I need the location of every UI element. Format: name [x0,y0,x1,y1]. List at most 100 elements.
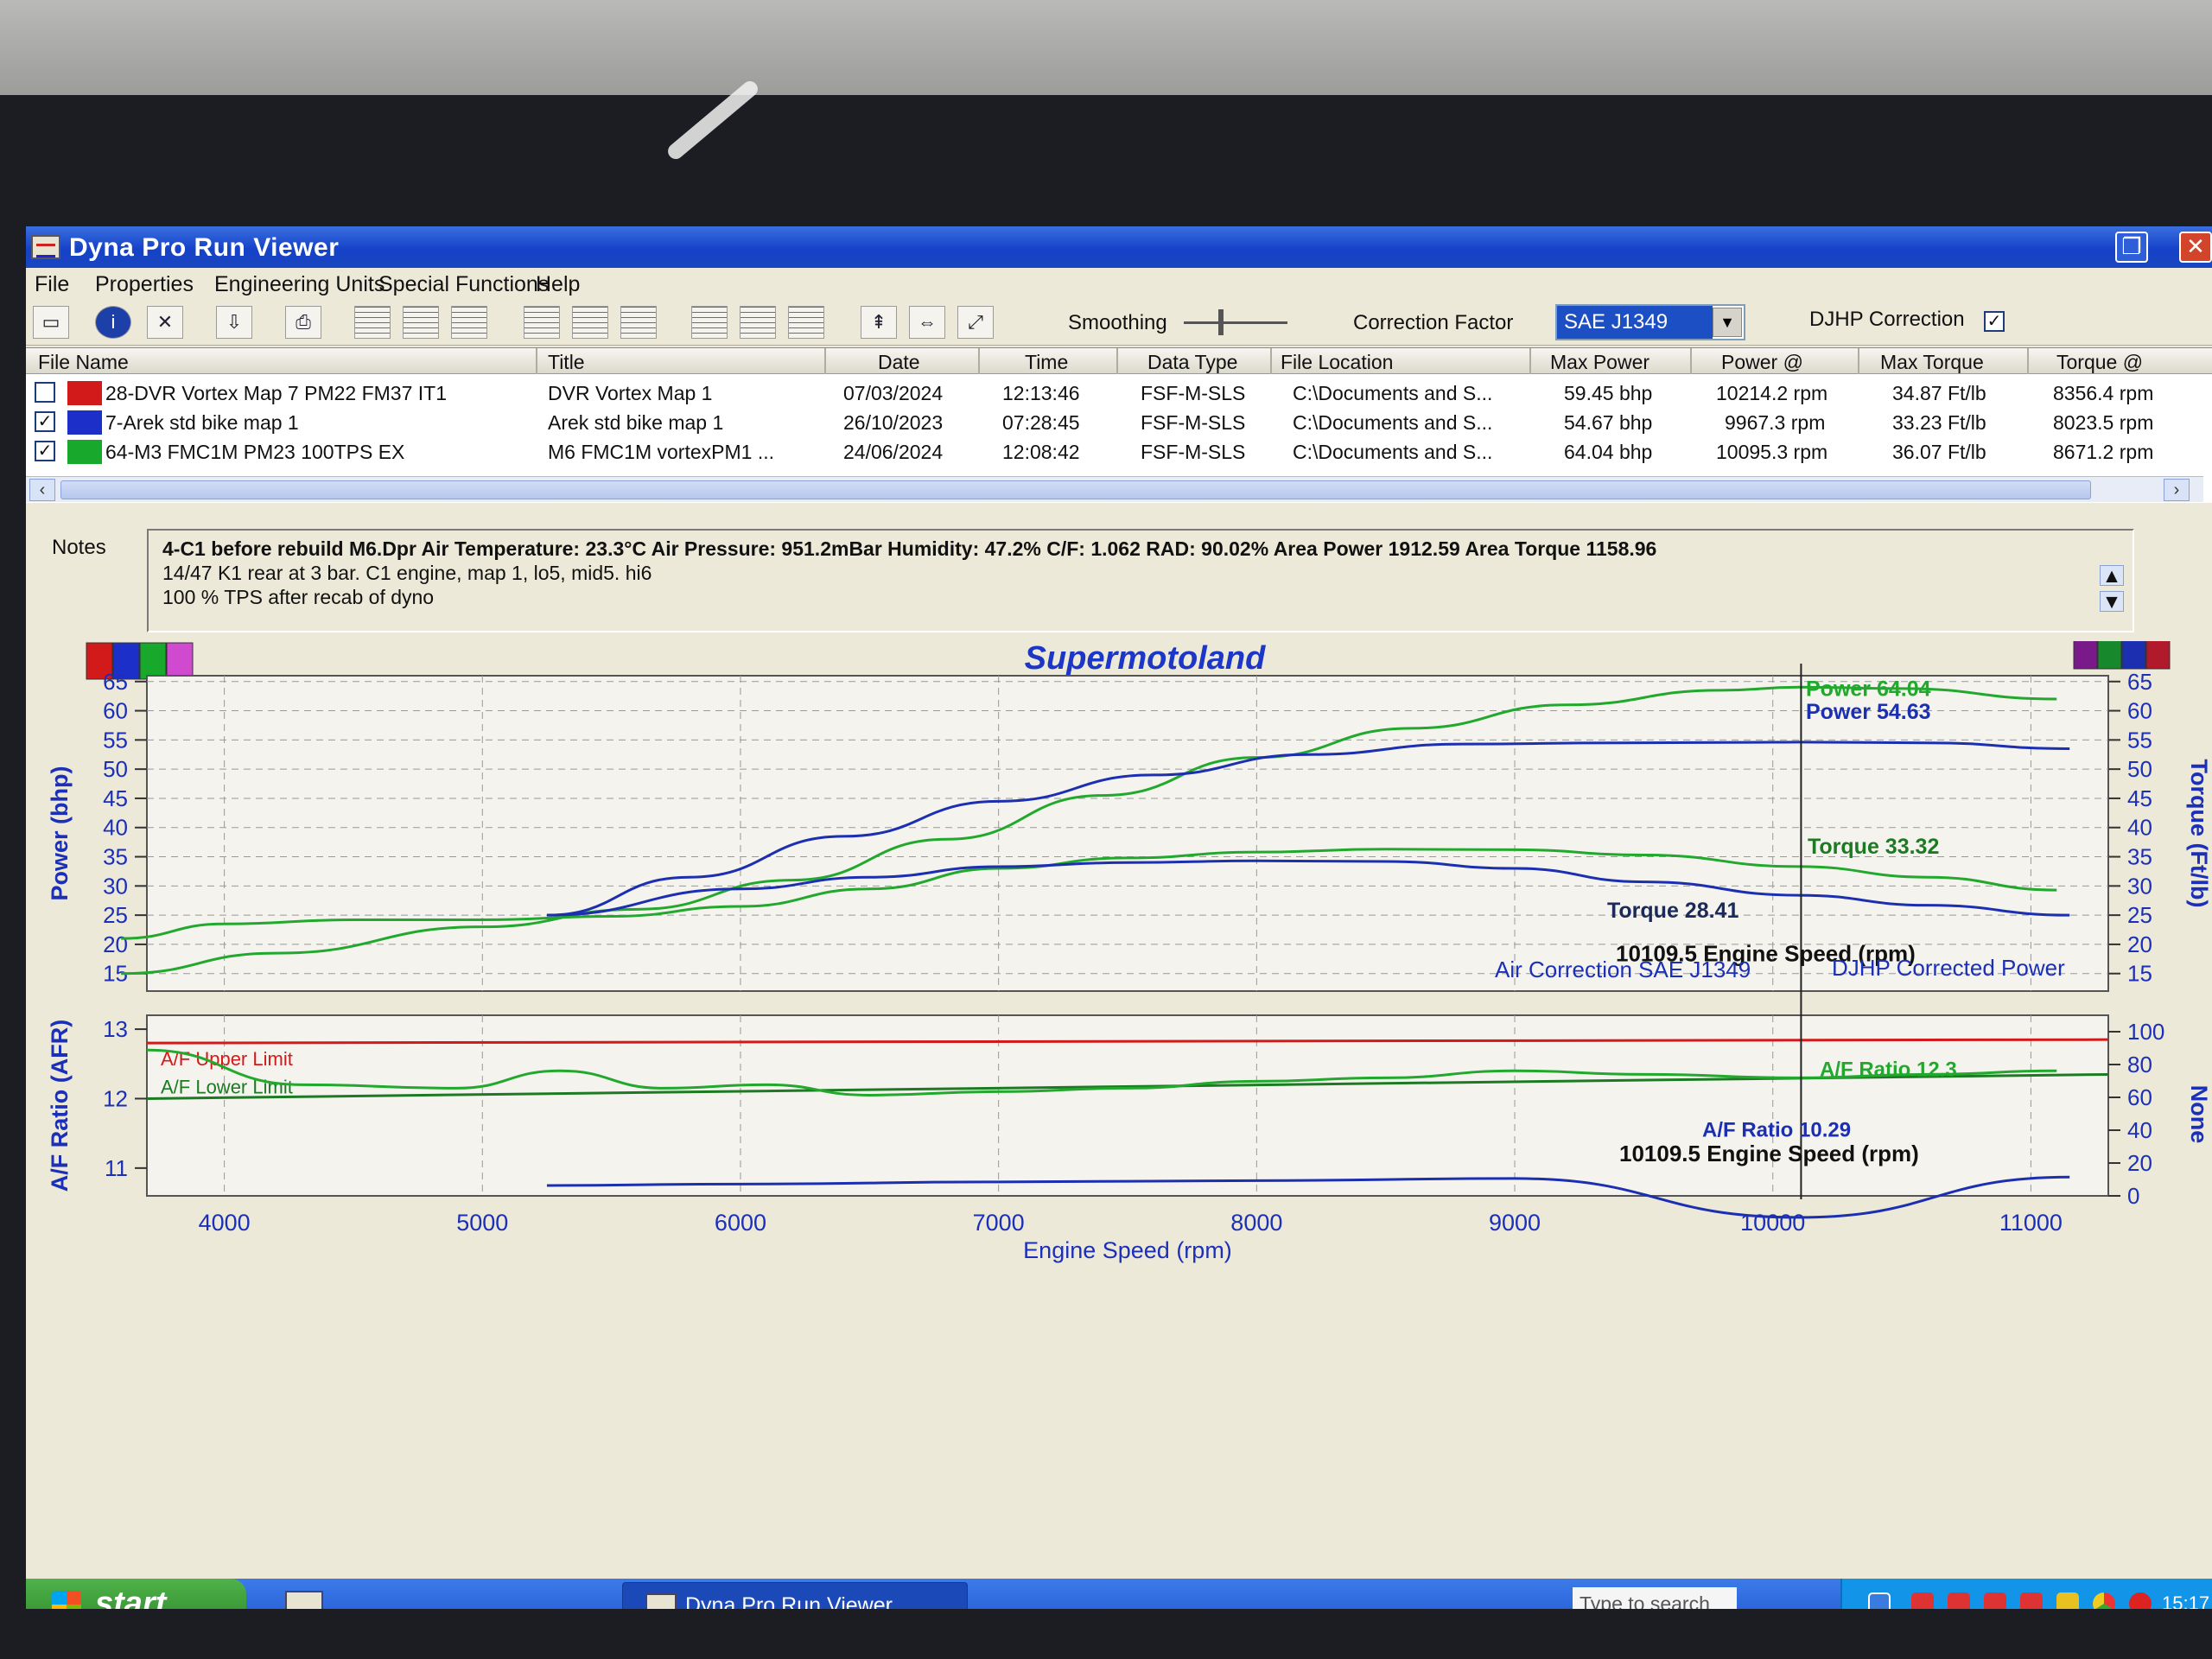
notes-box[interactable]: 4-C1 before rebuild M6.Dpr Air Temperatu… [147,529,2134,632]
scroll-right-icon[interactable]: › [2164,479,2190,501]
graph-view-4-icon[interactable] [524,306,560,339]
djhp-corrected-power-label: DJHP Corrected Power [1832,955,2065,981]
correction-factor-select[interactable]: SAE J1349 ▼ [1555,304,1745,340]
col-file-name[interactable]: File Name [38,351,129,374]
col-max-torque[interactable]: Max Torque [1880,351,1984,374]
graph-view-1-icon[interactable] [354,306,391,339]
col-max-power[interactable]: Max Power [1550,351,1649,374]
cell-date: 24/06/2024 [843,441,944,463]
menu-engineering-units[interactable]: Engineering Units [214,272,385,297]
network-icon[interactable] [2020,1592,2043,1609]
torque-tick-label: 50 [2127,756,2152,782]
row-checkbox[interactable] [35,382,55,403]
table-row[interactable]: 28-DVR Vortex Map 7 PM22 FM37 IT1 DVR Vo… [26,378,2212,407]
cell-location: C:\Documents and S... [1293,382,1493,404]
scroll-left-icon[interactable]: ‹ [29,479,55,501]
none-tick-label: 60 [2127,1084,2152,1110]
app-icon [31,235,60,259]
col-torque-at[interactable]: Torque @ [2056,351,2143,374]
horizontal-scrollbar[interactable]: ‹ › [26,476,2203,502]
menu-special-functions[interactable]: Special Functions [378,272,549,297]
row-checkbox[interactable]: ✓ [35,411,55,432]
none-tick-label: 100 [2127,1019,2164,1045]
menu-help[interactable]: Help [536,272,580,297]
fit-icon[interactable]: ⤢ [957,306,994,339]
scroll-down-icon[interactable]: ▼ [2100,591,2124,612]
col-power-at[interactable]: Power @ [1721,351,1803,374]
cell-title: M6 FMC1M vortexPM1 ... [548,441,774,463]
cell-power-at: 9967.3 rpm [1725,411,1826,434]
legend-color-box [2145,633,2171,670]
title-bar: Dyna Pro Run Viewer ❐ ✕ [26,226,2212,268]
cell-date: 26/10/2023 [843,411,944,434]
afr-tick-label: 13 [103,1016,128,1042]
row-checkbox[interactable]: ✓ [35,441,55,461]
col-title[interactable]: Title [548,351,585,374]
none-tick-label: 0 [2127,1183,2139,1209]
table-view-1-icon[interactable] [691,306,728,339]
cell-location: C:\Documents and S... [1293,411,1493,434]
table-row[interactable]: ✓ 64-M3 FMC1M PM23 100TPS EX M6 FMC1M vo… [26,436,2212,466]
col-time[interactable]: Time [1025,351,1068,374]
scroll-up-icon[interactable]: ▲ [2100,565,2124,586]
cell-data-type: FSF-M-SLS [1141,441,1246,463]
notes-line-2: 14/47 K1 rear at 3 bar. C1 engine, map 1… [162,562,652,584]
system-tray: 15:17 [1840,1579,2212,1609]
none-tick-label: 20 [2127,1150,2152,1176]
network-icon[interactable] [1948,1592,1970,1609]
table-view-2-icon[interactable] [740,306,776,339]
windows-logo-icon [52,1591,81,1609]
table-row[interactable]: ✓ 7-Arek std bike map 1 Arek std bike ma… [26,407,2212,436]
color-swatch [67,410,102,435]
djhp-correction-checkbox[interactable]: ✓ [1984,311,2005,332]
quick-launch-icon[interactable] [285,1591,323,1609]
air-correction-label: Air Correction SAE J1349 [1495,957,1751,982]
info-icon[interactable]: i [95,306,131,339]
torque-blue-readout: Torque 28.41 [1607,899,1738,923]
cursor-icon[interactable]: ⇞ [861,306,897,339]
cell-time: 07:28:45 [1002,411,1080,434]
cell-data-type: FSF-M-SLS [1141,411,1246,434]
power-tick-label: 30 [103,873,128,899]
afr-tick-label: 11 [105,1155,128,1181]
dyno-chart[interactable]: Supermotoland 4000 5000 6000 7000 8000 9000 100… [26,633,2212,1592]
menu-file[interactable]: File [35,272,69,297]
start-button[interactable]: start [26,1579,246,1609]
open-folder-icon[interactable]: ▭ [33,306,69,339]
cell-torque-at: 8023.5 rpm [2053,411,2154,434]
close-button[interactable]: ✕ [2179,232,2212,263]
print-icon[interactable]: ⎙ [285,306,321,339]
taskbar: start Dyna Pro Run Viewer Type to search… [26,1579,2212,1609]
col-file-location[interactable]: File Location [1281,351,1393,374]
graph-view-2-icon[interactable] [403,306,439,339]
chevron-down-icon[interactable]: ▼ [1713,308,1742,337]
smoothing-label: Smoothing [1068,311,1167,334]
taskbar-app-button[interactable]: Dyna Pro Run Viewer [622,1582,968,1609]
cell-file-name: 64-M3 FMC1M PM23 100TPS EX [105,441,405,463]
power-blue-readout: Power 54.63 [1806,700,1931,724]
network-icon[interactable] [1984,1592,2006,1609]
col-date[interactable]: Date [878,351,920,374]
cell-title: DVR Vortex Map 1 [548,382,713,404]
table-view-3-icon[interactable] [788,306,824,339]
alert-icon[interactable] [2129,1592,2152,1609]
restore-button[interactable]: ❐ [2115,232,2148,263]
chevron-left-icon[interactable] [1868,1592,1891,1609]
graph-view-6-icon[interactable] [620,306,657,339]
taskbar-search[interactable]: Type to search [1573,1587,1737,1609]
color-swatch [67,381,102,405]
graph-view-3-icon[interactable] [451,306,487,339]
col-data-type[interactable]: Data Type [1147,351,1237,374]
zoom-icon[interactable]: ⇔ [909,306,945,339]
scrollbar-thumb[interactable] [60,480,2091,499]
graph-view-5-icon[interactable] [572,306,608,339]
export-icon[interactable]: ⇩ [216,306,252,339]
smoothing-slider[interactable] [1184,309,1287,335]
browser-icon[interactable] [2093,1592,2115,1609]
network-icon[interactable] [1911,1592,1934,1609]
security-shield-icon[interactable] [2056,1592,2079,1609]
menu-properties[interactable]: Properties [95,272,194,297]
cell-power-at: 10095.3 rpm [1716,441,1828,463]
delete-icon[interactable]: ✕ [147,306,183,339]
photo-background [0,0,2212,95]
